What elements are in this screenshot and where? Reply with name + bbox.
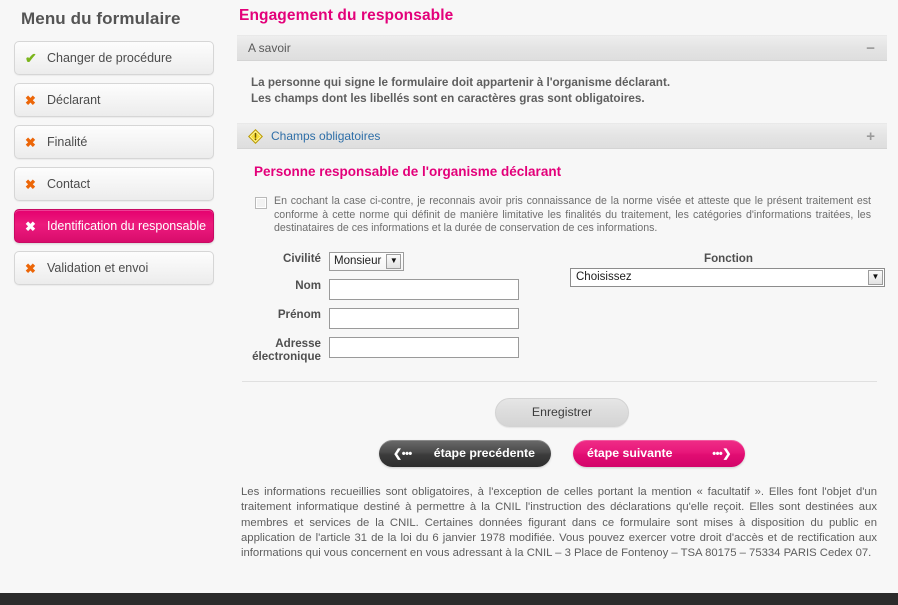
sidebar-item-validation-et-envoi[interactable]: ✖ Validation et envoi (14, 251, 214, 285)
arrow-left-icon: ❮••• (393, 447, 412, 460)
accordion-a-savoir-label: A savoir (248, 41, 291, 55)
sidebar-item-label: Déclarant (47, 93, 101, 107)
section-heading: Personne responsable de l'organisme décl… (254, 164, 562, 179)
arrow-right-icon: •••❯ (712, 447, 731, 460)
plus-icon[interactable]: + (866, 129, 877, 144)
main-content: Engagement du responsable A savoir − La … (237, 0, 887, 605)
cross-icon: ✖ (25, 218, 36, 234)
chevron-down-icon: ▼ (386, 253, 402, 269)
email-label-line1: Adresse (275, 336, 321, 350)
bottom-bar (0, 593, 898, 605)
sidebar-item-label: Changer de procédure (47, 51, 173, 65)
consent-text: En cochant la case ci-contre, je reconna… (274, 195, 871, 235)
sidebar-item-declarant[interactable]: ✖ Déclarant (14, 83, 214, 117)
page-title: Engagement du responsable (239, 7, 454, 24)
chevron-down-icon: ▼ (868, 269, 883, 285)
prenom-input[interactable] (329, 307, 519, 329)
form-right-column: Fonction Choisissez ▼ (570, 252, 887, 287)
a-savoir-body: La personne qui signe le formulaire doit… (237, 61, 887, 123)
next-step-label: étape suivante (587, 446, 673, 461)
nom-label: Nom (295, 278, 321, 292)
consent-block: En cochant la case ci-contre, je reconna… (237, 179, 887, 236)
consent-checkbox[interactable] (255, 197, 267, 209)
sidebar-item-contact[interactable]: ✖ Contact (14, 167, 214, 201)
a-savoir-line-1: La personne qui signe le formulaire doit… (251, 76, 671, 89)
sidebar-item-finalite[interactable]: ✖ Finalité (14, 125, 214, 159)
prenom-label: Prénom (277, 307, 321, 321)
civilite-selected-value: Monsieur (334, 255, 382, 268)
previous-step-button[interactable]: ❮••• étape precédente (379, 439, 551, 467)
fonction-select[interactable]: Choisissez ▼ (570, 267, 885, 287)
nom-input[interactable] (329, 278, 519, 300)
sidebar-item-label: Finalité (47, 135, 88, 149)
a-savoir-line-2: Les champs dont les libellés sont en car… (251, 92, 645, 105)
sidebar-item-changer-de-procedure[interactable]: ✔ Changer de procédure (14, 41, 214, 75)
accordion-champs-obligatoires-label: Champs obligatoires (271, 129, 381, 143)
sidebar: Menu du formulaire ✔ Changer de procédur… (0, 0, 228, 293)
civilite-label: Civilité (282, 251, 321, 265)
navigation-button-row: ❮••• étape precédente étape suivante •••… (237, 439, 887, 467)
cross-icon: ✖ (25, 92, 36, 108)
save-button-row: Enregistrer (237, 397, 887, 427)
form-left-column: Civilité Monsieur ▼ Nom Prénom Adresse é… (237, 251, 542, 371)
fonction-selected-value: Choisissez (576, 271, 632, 284)
sidebar-item-label: Validation et envoi (47, 261, 149, 275)
sidebar-item-label: Identification du responsable (47, 219, 207, 233)
accordion-champs-obligatoires[interactable]: Champs obligatoires + (237, 123, 887, 149)
page-root: Menu du formulaire ✔ Changer de procédur… (0, 0, 898, 605)
previous-step-label: étape precédente (433, 446, 535, 461)
sidebar-item-identification-du-responsable[interactable]: ✖ Identification du responsable (14, 209, 214, 243)
field-row-civilite: Civilité Monsieur ▼ (237, 251, 542, 271)
next-step-button[interactable]: étape suivante •••❯ (573, 439, 745, 467)
email-input[interactable] (329, 336, 519, 358)
civilite-select[interactable]: Monsieur ▼ (329, 251, 405, 271)
save-button[interactable]: Enregistrer (495, 397, 629, 427)
sidebar-title: Menu du formulaire (21, 9, 181, 28)
field-row-prenom: Prénom (237, 307, 542, 329)
accordion-a-savoir[interactable]: A savoir − (237, 35, 887, 61)
fonction-label: Fonction (704, 251, 753, 265)
cross-icon: ✖ (25, 134, 36, 150)
responsable-form: Civilité Monsieur ▼ Nom Prénom Adresse é… (237, 251, 887, 377)
cross-icon: ✖ (25, 260, 36, 276)
minus-icon[interactable]: − (866, 41, 877, 56)
email-label-line2: électronique (252, 349, 321, 363)
legal-notice: Les informations recueillies sont obliga… (241, 485, 877, 560)
check-icon: ✔ (25, 50, 37, 66)
warning-diamond-icon (248, 128, 263, 144)
field-row-nom: Nom (237, 278, 542, 300)
divider (242, 380, 877, 382)
sidebar-item-label: Contact (47, 177, 91, 191)
field-row-adresse-electronique: Adresse électronique (237, 336, 542, 363)
email-label: Adresse électronique (237, 337, 329, 363)
cross-icon: ✖ (25, 176, 36, 192)
